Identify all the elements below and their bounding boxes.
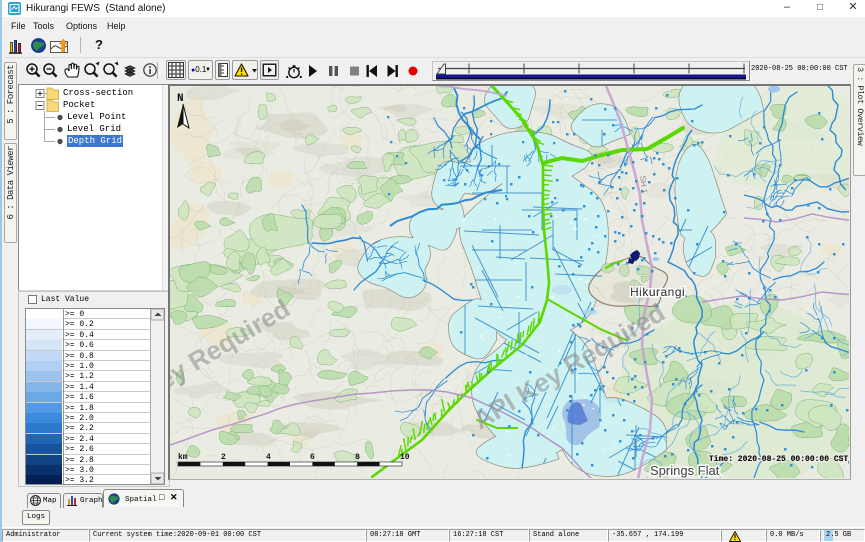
svg-text:km: km — [178, 453, 188, 462]
svg-text:Time: 2020-08-25 00:00:00 CST: Time: 2020-08-25 00:00:00 CST — [709, 455, 848, 464]
svg-text:Springs Flat: Springs Flat — [650, 463, 720, 478]
svg-text:N: N — [177, 93, 184, 105]
svg-text:6: 6 — [310, 453, 315, 462]
svg-text:Hikurangi: Hikurangi — [630, 285, 685, 299]
svg-text:10: 10 — [400, 453, 410, 462]
svg-text:8: 8 — [355, 453, 360, 462]
svg-text:4: 4 — [266, 453, 271, 462]
svg-text:2: 2 — [221, 453, 226, 462]
